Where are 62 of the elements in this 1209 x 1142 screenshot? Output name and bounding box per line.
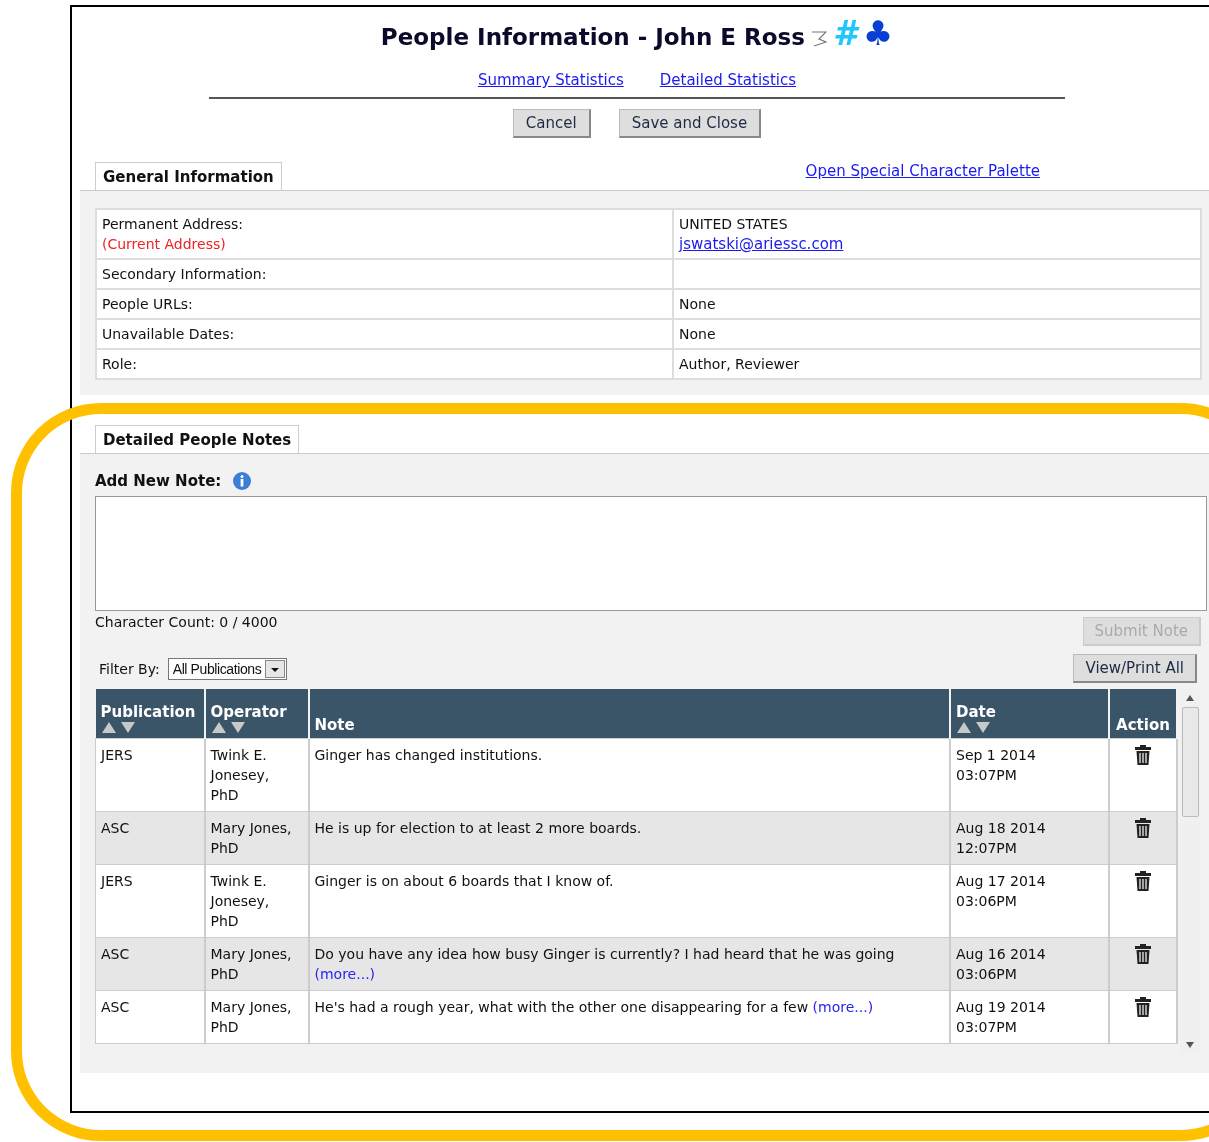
- info-value: UNITED STATES: [679, 215, 789, 234]
- info-icon[interactable]: [233, 472, 252, 490]
- table-cell: Twink E. Jonesey, PhD: [204, 864, 309, 938]
- filter-dropdown[interactable]: All Publications: [167, 657, 288, 680]
- date-cell: Aug 16 2014 03:06PM: [950, 937, 1109, 991]
- email-link[interactable]: jswatski@ariessc.com: [679, 235, 844, 253]
- action-button[interactable]: Cancel: [512, 109, 591, 138]
- info-label: Unavailable Dates:: [102, 325, 236, 344]
- note-cell: He's had a rough year, what with the other one disappearing for a few (more...): [308, 990, 950, 1044]
- column-header: Note: [308, 689, 950, 739]
- statistics-link[interactable]: Detailed Statistics: [659, 71, 797, 89]
- note-cell: Ginger is on about 6 boards that I know of.: [308, 864, 950, 938]
- trash-icon[interactable]: [1135, 944, 1151, 964]
- page-title: People Information - John E Ross: [380, 24, 805, 50]
- info-value: Author, Reviewer: [679, 355, 801, 374]
- filter-label: Filter By:: [99, 660, 160, 677]
- more-link[interactable]: (more...): [314, 966, 376, 982]
- more-link[interactable]: (more...): [812, 999, 874, 1015]
- table-cell: ASC: [95, 811, 205, 865]
- statistics-link[interactable]: Summary Statistics: [477, 71, 624, 89]
- note-cell: Ginger has changed institutions.: [308, 738, 950, 812]
- table-cell: ASC: [95, 990, 205, 1044]
- column-header: Action: [1109, 689, 1177, 739]
- info-label: Role:: [102, 355, 138, 374]
- date-cell: Sep 1 2014 03:07PM: [950, 738, 1109, 812]
- table-cell: ASC: [95, 937, 205, 991]
- info-value: None: [679, 325, 717, 344]
- column-header: Publication: [95, 689, 205, 739]
- note-cell: Do you have any idea how busy Ginger is currently? I had heard that he was going (more...): [308, 937, 950, 991]
- info-value: None: [679, 295, 717, 314]
- table-cell: Mary Jones, PhD: [204, 990, 309, 1044]
- club-mark: ♣: [862, 16, 894, 50]
- info-sublabel: (Current Address): [102, 235, 227, 254]
- palette-link[interactable]: Open Special Character Palette: [805, 162, 1040, 180]
- table-cell: Mary Jones, PhD: [204, 811, 309, 865]
- scroll-down-icon[interactable]: [1186, 1042, 1194, 1048]
- date-cell: Aug 19 2014 03:07PM: [950, 990, 1109, 1044]
- scroll-up-icon[interactable]: [1186, 695, 1194, 701]
- sort-arrows-icon[interactable]: [210, 721, 247, 734]
- sort-arrows-icon[interactable]: [956, 721, 992, 734]
- view-print-button[interactable]: View/Print All: [1073, 654, 1197, 683]
- table-cell: Mary Jones, PhD: [204, 937, 309, 991]
- table-cell: Twink E. Jonesey, PhD: [204, 738, 309, 812]
- add-note-label: Add New Note:: [95, 472, 222, 490]
- column-header: Date: [950, 689, 1109, 739]
- date-cell: Aug 17 2014 03:06PM: [950, 864, 1109, 938]
- table-cell: JERS: [95, 738, 205, 812]
- trash-icon[interactable]: [1135, 871, 1151, 891]
- date-cell: Aug 18 2014 12:07PM: [950, 811, 1109, 865]
- action-button[interactable]: Save and Close: [618, 109, 762, 138]
- note-cell: He is up for election to at least 2 more boards.: [308, 811, 950, 865]
- info-label: Permanent Address:: [102, 215, 245, 234]
- info-label: People URLs:: [102, 295, 194, 314]
- table-cell: JERS: [95, 864, 205, 938]
- character-count: Character Count: 0 / 4000: [95, 614, 278, 630]
- trash-icon[interactable]: [1135, 818, 1151, 838]
- trash-icon[interactable]: [1135, 997, 1151, 1017]
- note-input[interactable]: [95, 496, 1207, 611]
- info-label: Secondary Information:: [102, 265, 268, 284]
- trash-icon[interactable]: [1135, 745, 1151, 765]
- sort-arrows-icon[interactable]: [100, 721, 137, 734]
- column-header: Operator: [204, 689, 309, 739]
